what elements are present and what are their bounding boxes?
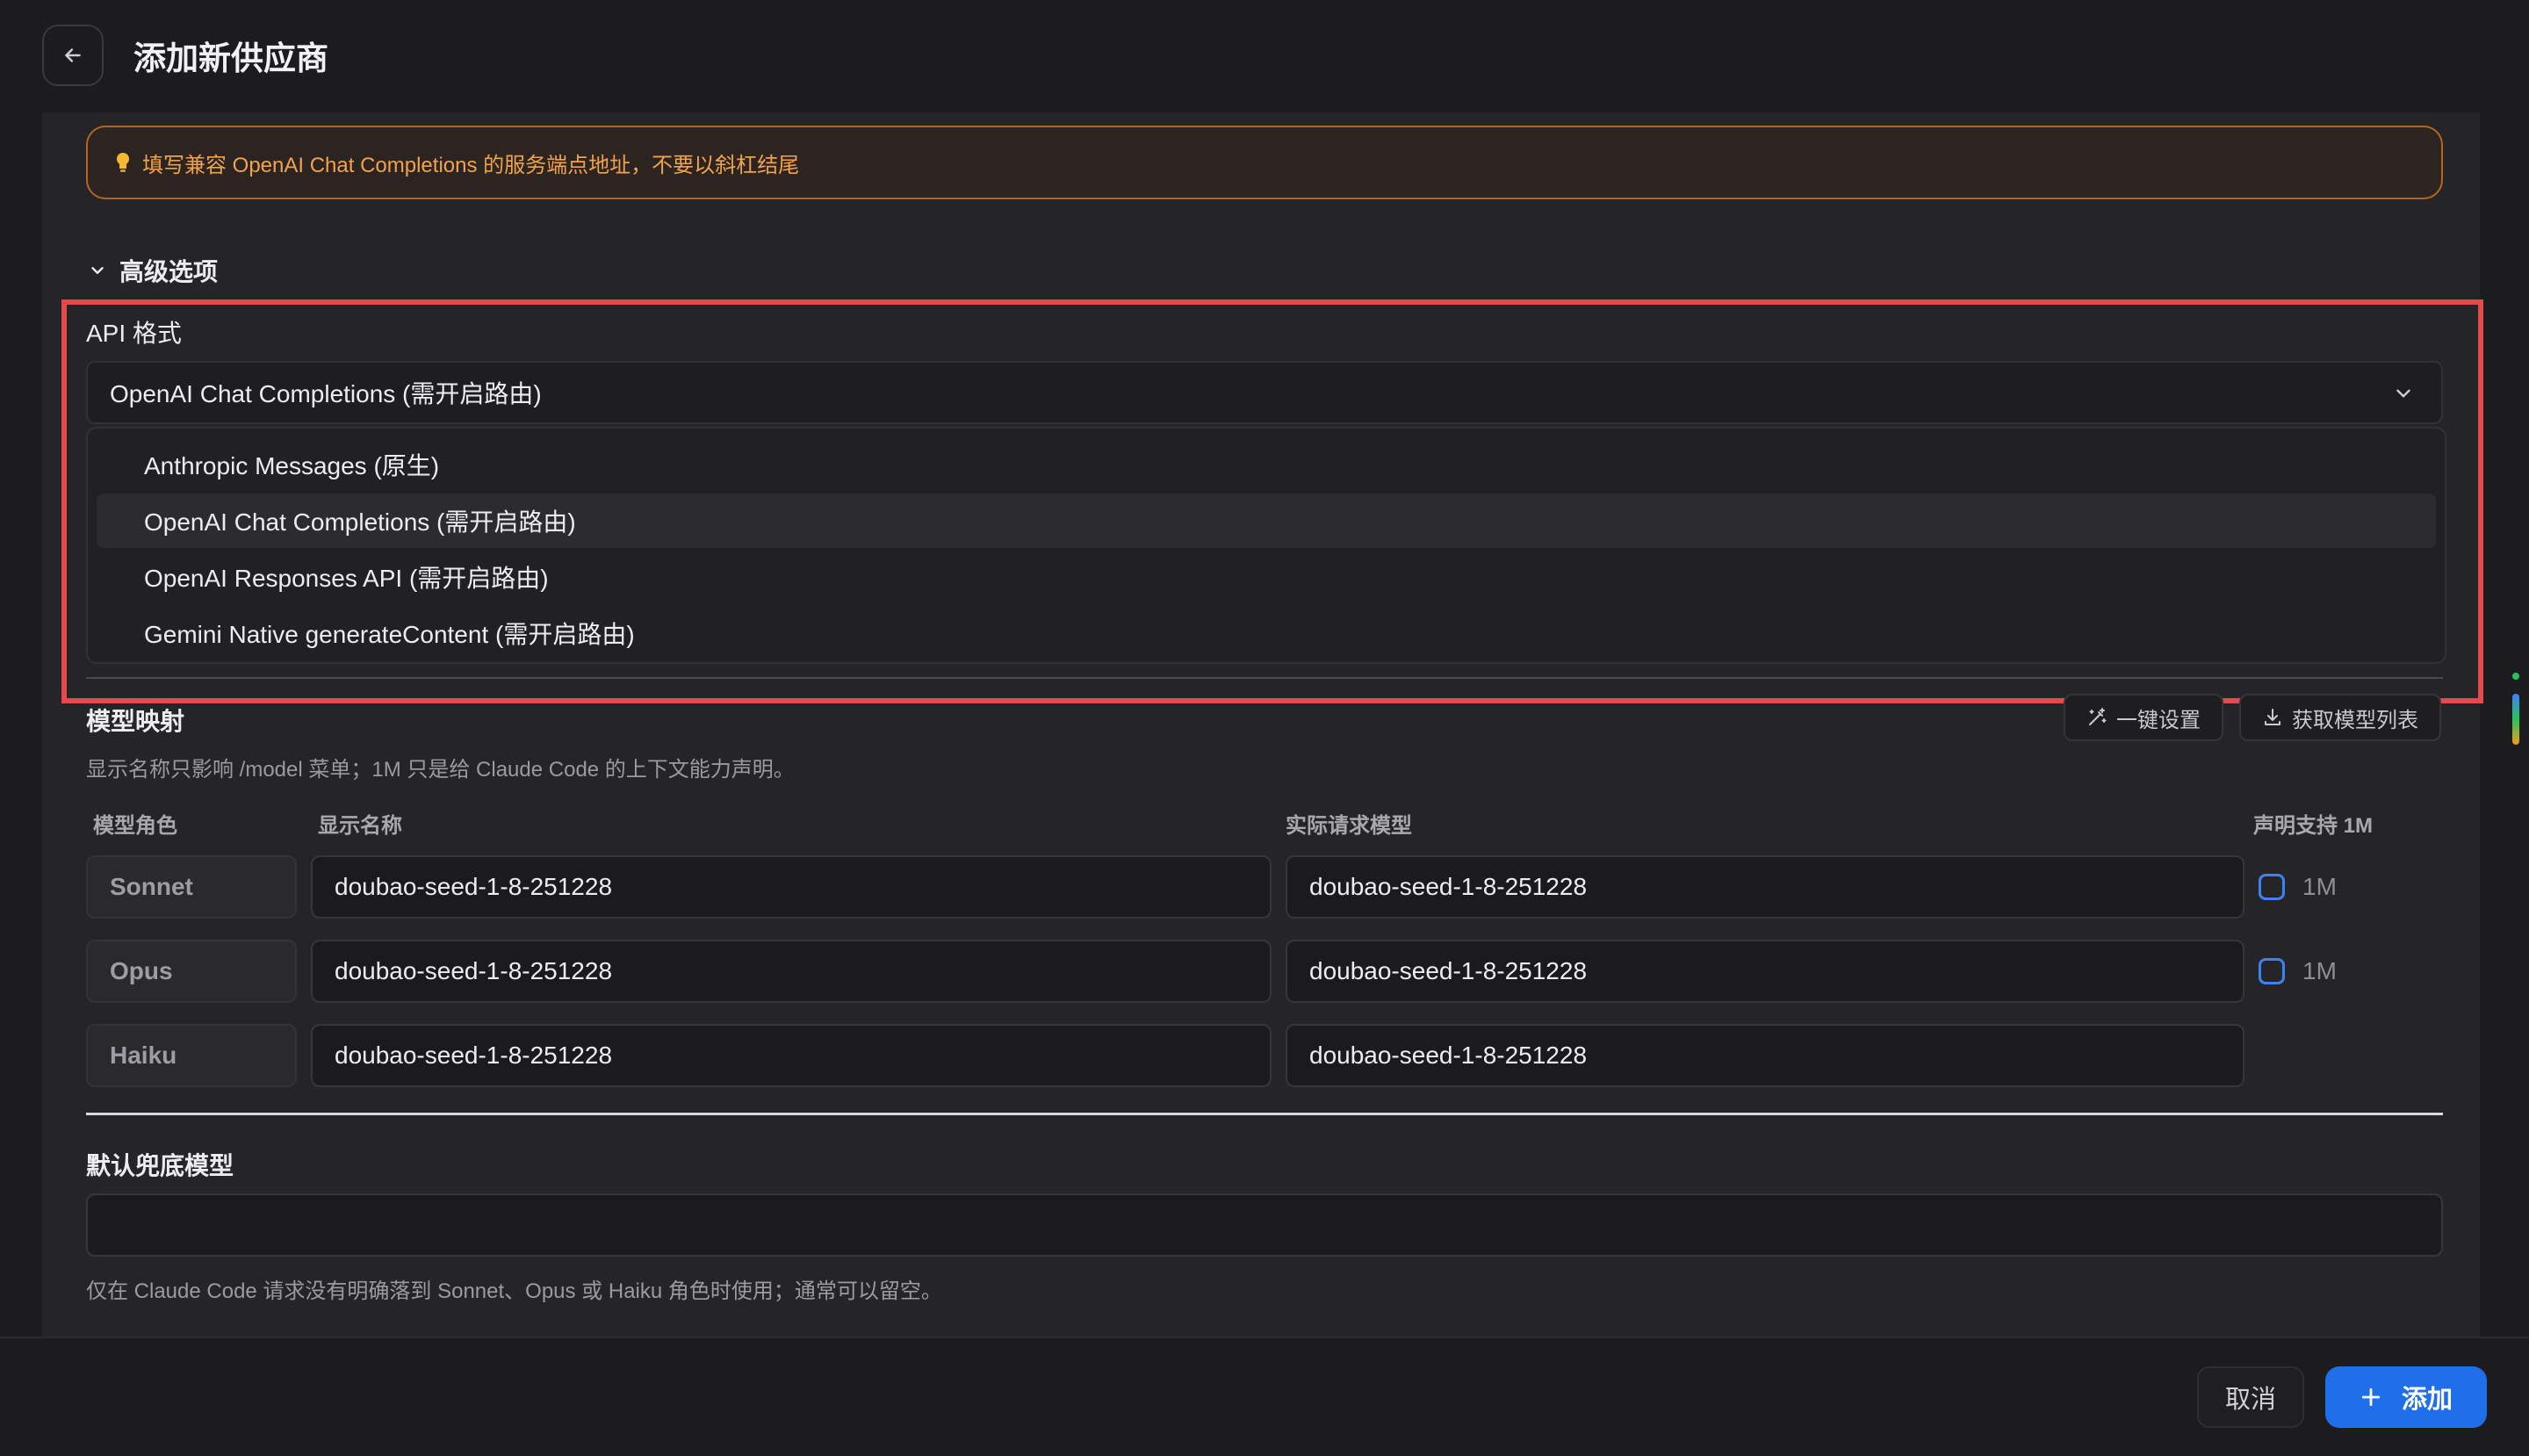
- quick-setup-button[interactable]: 一键设置: [2064, 694, 2223, 741]
- display-name-input-haiku[interactable]: doubao-seed-1-8-251228: [311, 1024, 1272, 1087]
- footer-bar: [0, 1337, 2529, 1456]
- lightbulb-icon: [117, 153, 129, 172]
- support-1m-checkbox-opus[interactable]: [2259, 958, 2285, 984]
- quick-setup-label: 一键设置: [2116, 708, 2201, 732]
- fallback-model-description: 仅在 Claude Code 请求没有明确落到 Sonnet、Opus 或 Ha…: [86, 1279, 942, 1303]
- magic-wand-icon: [2089, 708, 2107, 725]
- add-button[interactable]: 添加: [2325, 1366, 2487, 1428]
- scroll-indicator-dot: [2512, 673, 2519, 680]
- column-header-actual-model: 实际请求模型: [1286, 814, 1412, 838]
- role-haiku: Haiku: [86, 1024, 297, 1087]
- support-1m-checkbox-sonnet[interactable]: [2259, 874, 2285, 900]
- display-name-input-opus[interactable]: doubao-seed-1-8-251228: [311, 940, 1272, 1003]
- highlight-box: [61, 299, 2483, 703]
- back-button[interactable]: [42, 25, 104, 86]
- download-icon: [2265, 709, 2280, 725]
- fallback-model-input[interactable]: [86, 1193, 2443, 1257]
- scrollbar-thumb[interactable]: [2512, 694, 2519, 745]
- top-bar: 添加新供应商: [0, 0, 2529, 112]
- actual-model-input-haiku[interactable]: doubao-seed-1-8-251228: [1286, 1024, 2244, 1087]
- support-1m-label-opus: 1M: [2302, 957, 2337, 984]
- column-header-role: 模型角色: [93, 814, 177, 838]
- model-mapping-description: 显示名称只影响 /model 菜单；1M 只是给 Claude Code 的上下…: [86, 758, 795, 782]
- fetch-models-label: 获取模型列表: [2292, 708, 2418, 732]
- plus-icon: [2361, 1388, 2381, 1407]
- display-name-input-sonnet[interactable]: doubao-seed-1-8-251228: [311, 855, 1272, 919]
- page-title: 添加新供应商: [133, 40, 328, 76]
- fallback-model-title: 默认兜底模型: [86, 1152, 234, 1179]
- role-opus: Opus: [86, 940, 297, 1003]
- actual-model-input-opus[interactable]: doubao-seed-1-8-251228: [1286, 940, 2244, 1003]
- chevron-down-icon: [91, 267, 104, 274]
- arrow-left-icon: [65, 48, 81, 62]
- model-mapping-title: 模型映射: [86, 708, 185, 735]
- add-button-label: 添加: [2401, 1386, 2453, 1414]
- column-header-support-1m: 声明支持 1M: [2253, 814, 2374, 838]
- column-header-display-name: 显示名称: [318, 814, 402, 838]
- support-1m-label-sonnet: 1M: [2302, 873, 2337, 900]
- endpoint-hint: 填写兼容 OpenAI Chat Completions 的服务端点地址，不要以…: [86, 126, 2443, 199]
- role-sonnet: Sonnet: [86, 855, 297, 919]
- hint-text: 填写兼容 OpenAI Chat Completions 的服务端点地址，不要以…: [142, 153, 800, 177]
- fetch-models-button[interactable]: 获取模型列表: [2239, 694, 2441, 741]
- advanced-options-toggle[interactable]: 高级选项: [88, 253, 218, 288]
- actual-model-input-sonnet[interactable]: doubao-seed-1-8-251228: [1286, 855, 2244, 919]
- section-divider: [86, 1113, 2443, 1115]
- cancel-button[interactable]: 取消: [2197, 1366, 2304, 1428]
- advanced-options-label: 高级选项: [119, 258, 219, 285]
